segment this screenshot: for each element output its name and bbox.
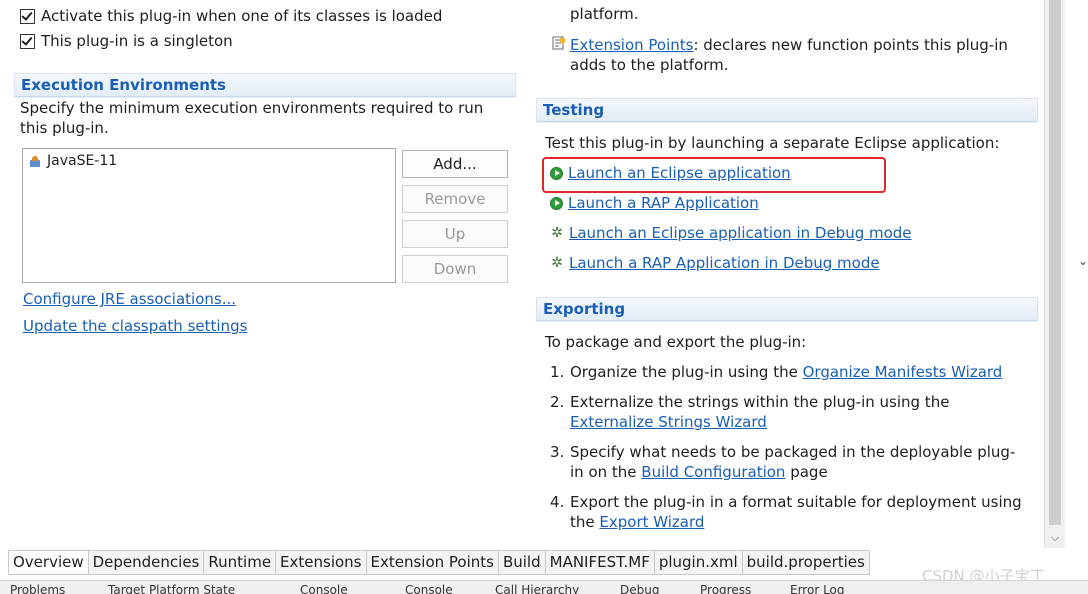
down-button[interactable]: Down	[402, 255, 508, 283]
run-icon	[550, 196, 563, 210]
tab-extension-points[interactable]: Extension Points	[365, 551, 499, 575]
list-item: 4. Export the plug-in in a format suitab…	[550, 493, 1022, 531]
extension-points-link[interactable]: Extension Points	[570, 36, 693, 54]
view-tab-target-platform-state[interactable]: Target Platform State	[108, 583, 235, 594]
up-button[interactable]: Up	[402, 220, 508, 248]
singleton-checkbox[interactable]: This plug-in is a singleton	[20, 32, 233, 50]
vertical-scrollbar[interactable]: ⌵	[1044, 0, 1065, 548]
debug-bug-icon: ✲	[551, 225, 563, 241]
export-steps-list: 1. Organize the plug-in using the Organi…	[546, 362, 1026, 542]
checkbox-checked-icon[interactable]	[20, 33, 35, 49]
configure-jre-link[interactable]: Configure JRE associations...	[23, 290, 236, 308]
singleton-checkbox-label: This plug-in is a singleton	[41, 32, 233, 50]
activate-on-class-load-checkbox[interactable]: Activate this plug-in when one of its cl…	[20, 7, 442, 25]
view-tab-error-log[interactable]: Error Log	[790, 583, 845, 594]
editor-tab-bar: Overview Dependencies Runtime Extensions…	[8, 550, 870, 575]
view-tab-problems[interactable]: Problems	[10, 583, 65, 594]
debug-bug-icon: ✲	[551, 255, 563, 271]
extensions-description-tail: platform.	[570, 5, 639, 23]
extension-points-description: Extension Points: declares new function …	[570, 35, 1010, 75]
jre-library-icon	[29, 155, 43, 168]
launch-rap-debug-row[interactable]: ✲ Launch a RAP Application in Debug mode	[550, 254, 880, 272]
tab-build-properties[interactable]: build.properties	[741, 551, 870, 575]
view-tab-call-hierarchy[interactable]: Call Hierarchy	[495, 583, 579, 594]
highlight-annotation-box	[542, 157, 886, 193]
list-item-label: JavaSE-11	[47, 153, 118, 169]
list-item: 1. Organize the plug-in using the Organi…	[550, 363, 1003, 381]
execution-environments-description: Specify the minimum execution environmen…	[20, 99, 484, 137]
build-configuration-link[interactable]: Build Configuration	[641, 463, 785, 481]
organize-manifests-wizard-link[interactable]: Organize Manifests Wizard	[803, 363, 1003, 381]
tab-runtime[interactable]: Runtime	[203, 551, 277, 575]
launch-rap-app-row[interactable]: Launch a RAP Application	[550, 194, 759, 212]
checkbox-checked-icon[interactable]	[20, 8, 35, 24]
add-button[interactable]: Add...	[402, 150, 508, 178]
view-tab-debug[interactable]: Debug	[620, 583, 659, 594]
scroll-down-arrow-icon[interactable]: ⌵	[1045, 528, 1065, 548]
externalize-strings-wizard-link[interactable]: Externalize Strings Wizard	[570, 413, 767, 431]
testing-description: Test this plug-in by launching a separat…	[545, 134, 1000, 152]
tab-overview[interactable]: Overview	[8, 551, 89, 575]
exporting-header: Exporting	[536, 297, 1038, 322]
exporting-description: To package and export the plug-in:	[545, 333, 807, 351]
view-tab-console-2[interactable]: Console	[405, 583, 453, 594]
scrollbar-thumb[interactable]	[1049, 0, 1061, 525]
list-item: 2. Externalize the strings within the pl…	[550, 393, 950, 431]
tab-manifest-mf[interactable]: MANIFEST.MF	[544, 551, 655, 575]
launch-eclipse-debug-link[interactable]: Launch an Eclipse application in Debug m…	[569, 224, 912, 242]
tab-build[interactable]: Build	[497, 551, 546, 575]
chevron-down-icon[interactable]: ⌄	[1078, 254, 1088, 268]
remove-button[interactable]: Remove	[402, 185, 508, 213]
view-tab-progress[interactable]: Progress	[700, 583, 751, 594]
execution-environments-header: Execution Environments	[14, 73, 516, 98]
launch-eclipse-debug-row[interactable]: ✲ Launch an Eclipse application in Debug…	[550, 224, 912, 242]
activate-checkbox-label: Activate this plug-in when one of its cl…	[41, 7, 443, 25]
export-wizard-link[interactable]: Export Wizard	[599, 513, 704, 531]
tab-dependencies[interactable]: Dependencies	[87, 551, 205, 575]
list-item[interactable]: JavaSE-11	[29, 153, 117, 169]
bottom-view-tabs: Problems Target Platform State Console C…	[0, 580, 1088, 594]
tab-plugin-xml[interactable]: plugin.xml	[653, 551, 743, 575]
testing-header: Testing	[536, 98, 1038, 123]
tab-extensions[interactable]: Extensions	[275, 551, 367, 575]
view-tab-console[interactable]: Console	[300, 583, 348, 594]
launch-rap-debug-link[interactable]: Launch a RAP Application in Debug mode	[569, 254, 880, 272]
execution-environments-list[interactable]: JavaSE-11	[22, 148, 396, 283]
extension-points-icon	[552, 36, 566, 50]
list-item: 3. Specify what needs to be packaged in …	[550, 443, 1016, 481]
launch-rap-app-link[interactable]: Launch a RAP Application	[568, 194, 759, 212]
update-classpath-link[interactable]: Update the classpath settings	[23, 317, 247, 335]
